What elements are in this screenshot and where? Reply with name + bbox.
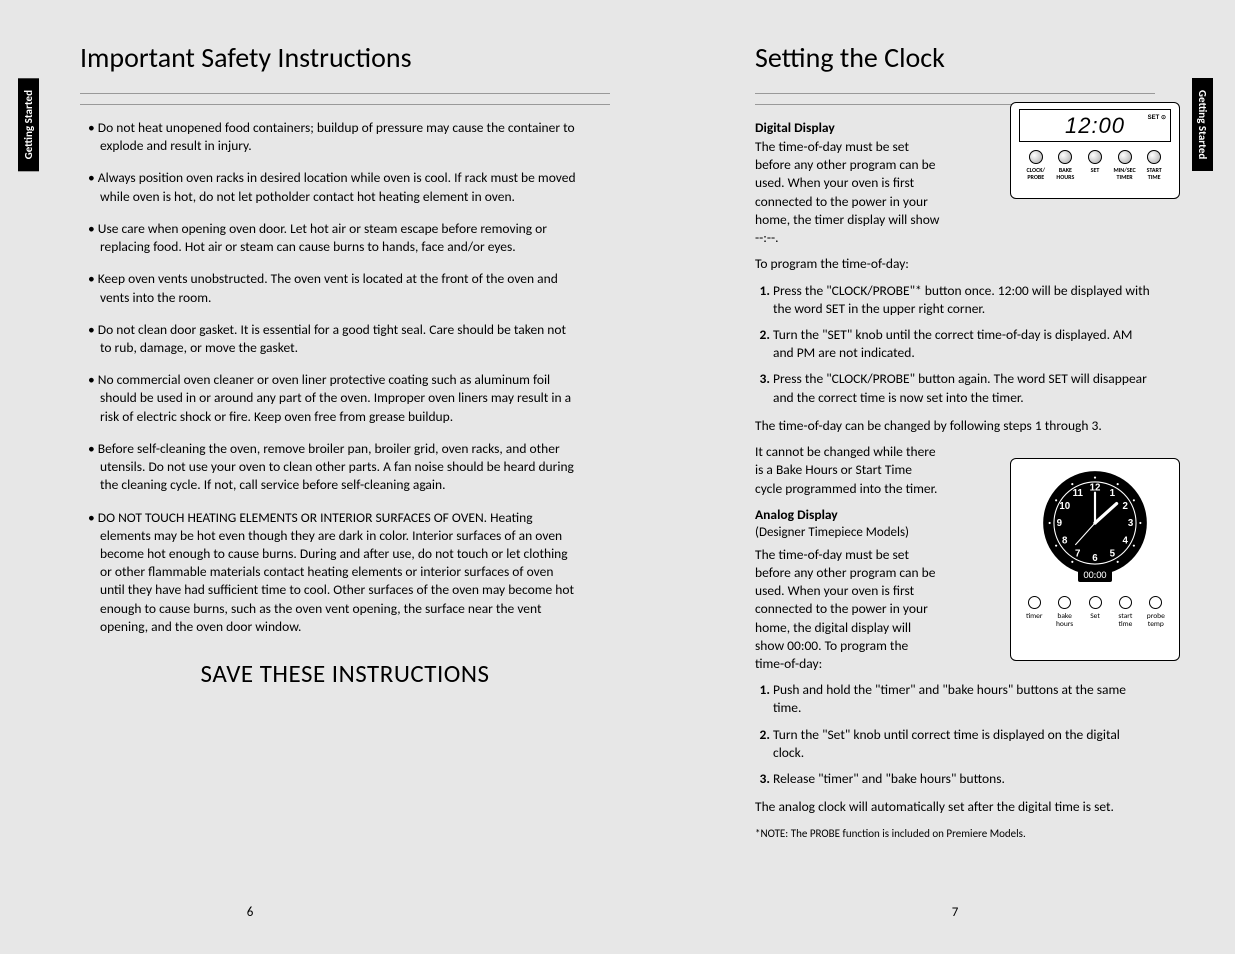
svg-text:1: 1	[1110, 488, 1116, 499]
svg-text:5: 5	[1110, 548, 1116, 559]
side-tab-right: Getting Started	[1192, 78, 1213, 171]
set-knob: Set	[1080, 596, 1110, 630]
step-item: Release "timer" and "bake hours" buttons…	[773, 770, 1155, 788]
svg-text:11: 11	[1073, 488, 1084, 499]
digital-display-illustration: 12:00 SET ⊙ CLOCK/ PROBE BAKE HOURS SET …	[1010, 102, 1180, 199]
svg-text:8: 8	[1062, 536, 1068, 547]
svg-text:4: 4	[1123, 536, 1129, 547]
analog-digital-readout: 00:00	[1078, 567, 1113, 582]
bullet-item: Do not heat unopened food containers; bu…	[88, 119, 610, 155]
set-button: SET	[1080, 150, 1110, 180]
page-number-right: 7	[755, 905, 1155, 920]
bullet-item: Always position oven racks in desired lo…	[88, 169, 610, 205]
digital-after1: The time-of-day can be changed by follow…	[755, 417, 1155, 435]
analog-button-row: timer bake hours Set start time probe te…	[1019, 596, 1171, 630]
analog-steps: Push and hold the "timer" and "bake hour…	[755, 681, 1155, 788]
bullet-item: Keep oven vents unobstructed. The oven v…	[88, 270, 610, 306]
svg-text:7: 7	[1075, 548, 1080, 559]
bake-hours-button: bake hours	[1049, 596, 1079, 630]
safety-bullets: Do not heat unopened food containers; bu…	[80, 119, 610, 636]
analog-display-illustration: 12 1 2 3 4 5 6 7 8 9 10 11	[1010, 458, 1180, 661]
svg-text:2: 2	[1123, 501, 1129, 512]
svg-text:6: 6	[1092, 553, 1098, 564]
start-time-button: START TIME	[1139, 150, 1169, 180]
bullet-item: No commercial oven cleaner or oven liner…	[88, 371, 610, 426]
timer-button: timer	[1019, 596, 1049, 630]
lcd-time: 12:00	[1065, 113, 1125, 139]
save-instructions: SAVE THESE INSTRUCTIONS	[80, 658, 610, 689]
digital-after2: It cannot be changed while there is a Ba…	[755, 443, 940, 498]
lcd-set-label: SET ⊙	[1148, 114, 1166, 121]
min-sec-timer-button: MIN/SEC TIMER	[1110, 150, 1140, 180]
bullet-item: Do not clean door gasket. It is essentia…	[88, 321, 610, 357]
clock-probe-button: CLOCK/ PROBE	[1021, 150, 1051, 180]
step-item: Press the "CLOCK/PROBE" button again. Th…	[773, 370, 1155, 406]
page-right: Setting the Clock Digital Display The ti…	[755, 40, 1155, 920]
analog-after: The analog clock will automatically set …	[755, 798, 1155, 816]
start-time-button: start time	[1110, 596, 1140, 630]
bake-hours-button: BAKE HOURS	[1051, 150, 1081, 180]
bullet-item: DO NOT TOUCH HEATING ELEMENTS OR INTERIO…	[88, 509, 610, 637]
digital-steps: Press the "CLOCK/PROBE"* button once. 12…	[755, 282, 1155, 407]
step-item: Press the "CLOCK/PROBE"* button once. 12…	[773, 282, 1155, 318]
step-item: Push and hold the "timer" and "bake hour…	[773, 681, 1155, 717]
svg-text:10: 10	[1059, 501, 1070, 512]
side-tab-left: Getting Started	[18, 78, 39, 171]
analog-intro: The time-of-day must be set before any o…	[755, 546, 940, 674]
page-title-left: Important Safety Instructions	[80, 40, 610, 75]
analog-clock-face: 12 1 2 3 4 5 6 7 8 9 10 11	[1041, 469, 1149, 577]
digital-button-row: CLOCK/ PROBE BAKE HOURS SET MIN/SEC TIME…	[1019, 150, 1171, 180]
page-title-right: Setting the Clock	[755, 40, 1155, 75]
probe-temp-button: probe temp	[1141, 596, 1171, 630]
digital-intro: The time-of-day must be set before any o…	[755, 138, 940, 247]
step-item: Turn the "SET" knob until the correct ti…	[773, 326, 1155, 362]
page-number-left: 6	[0, 905, 515, 920]
svg-text:3: 3	[1128, 518, 1134, 529]
page-left: Important Safety Instructions Do not hea…	[80, 40, 610, 920]
bullet-item: Before self-cleaning the oven, remove br…	[88, 440, 610, 495]
lcd-screen: 12:00 SET ⊙	[1019, 109, 1171, 142]
digital-intro2: To program the time-of-day:	[755, 255, 1155, 273]
divider	[80, 93, 610, 105]
svg-text:9: 9	[1057, 518, 1063, 529]
bullet-item: Use care when opening oven door. Let hot…	[88, 220, 610, 256]
footnote: *NOTE: The PROBE function is included on…	[755, 827, 1155, 840]
step-item: Turn the "Set" knob until correct time i…	[773, 726, 1155, 762]
